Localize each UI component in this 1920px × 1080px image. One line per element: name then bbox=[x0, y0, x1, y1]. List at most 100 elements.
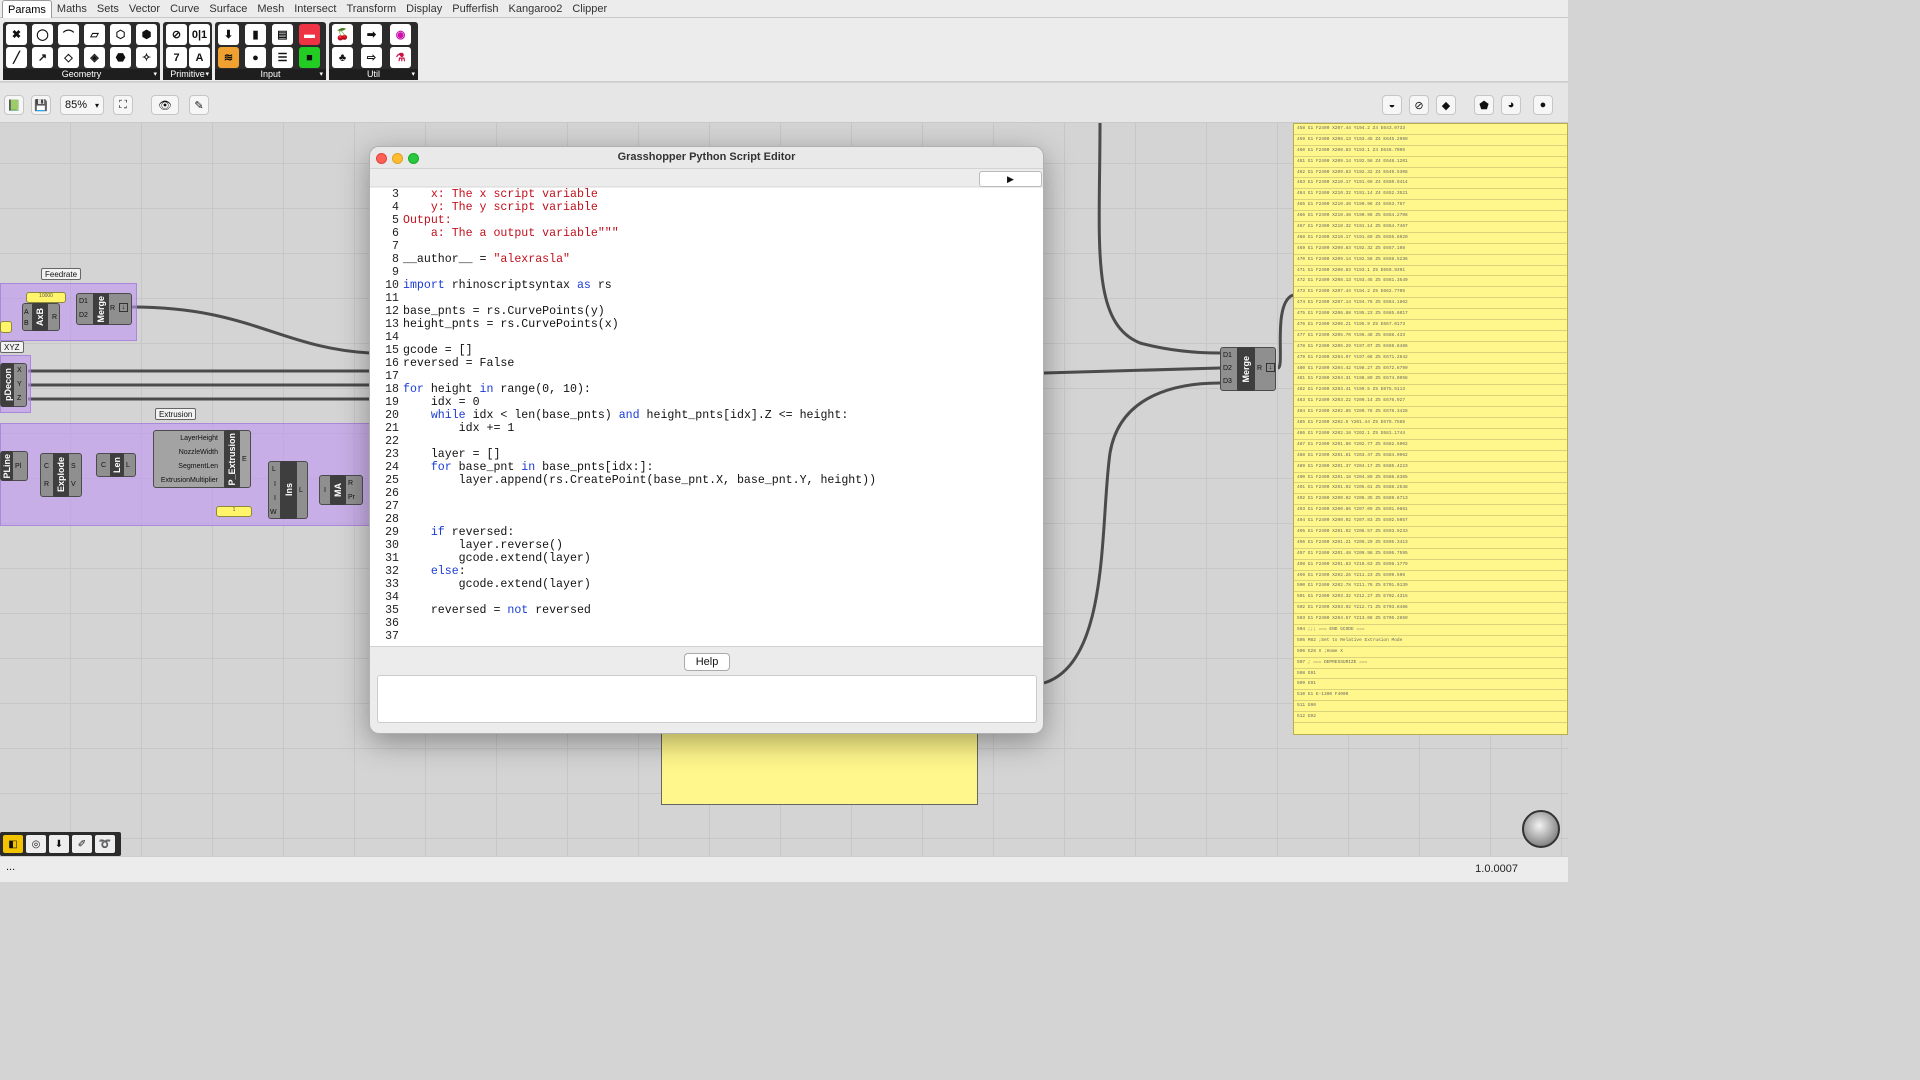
code-line[interactable]: 6 a: The a output variable""" bbox=[370, 227, 1043, 240]
note-panel[interactable] bbox=[661, 733, 978, 805]
input-nozzlewidth[interactable]: NozzleWidth bbox=[179, 449, 218, 457]
pen-icon[interactable]: ✐ bbox=[72, 835, 92, 853]
geometry-param-icon[interactable]: ✖ bbox=[6, 24, 27, 45]
output-v[interactable]: V bbox=[71, 481, 76, 489]
input-i2[interactable]: I bbox=[274, 495, 276, 503]
tab-pufferfish[interactable]: Pufferfish bbox=[447, 0, 503, 18]
code-line[interactable]: 22 bbox=[370, 435, 1043, 448]
tab-display[interactable]: Display bbox=[401, 0, 447, 18]
circle-param-icon[interactable]: ◯ bbox=[32, 24, 53, 45]
code-line[interactable]: 8 __author__ = "alexrasla" bbox=[370, 253, 1043, 266]
code-line[interactable]: 28 bbox=[370, 513, 1043, 526]
tab-sets[interactable]: Sets bbox=[92, 0, 124, 18]
zui-expand-icon[interactable]: ↓ bbox=[119, 303, 128, 312]
input-d1[interactable]: D1 bbox=[79, 298, 88, 306]
slider-panel[interactable]: 1 bbox=[216, 506, 252, 517]
panel-icon[interactable]: ▤ bbox=[272, 24, 293, 45]
code-line[interactable]: 27 bbox=[370, 500, 1043, 513]
group-label-extrusion[interactable]: Extrusion bbox=[155, 408, 197, 420]
button-icon[interactable]: ● bbox=[245, 47, 266, 68]
open-file-icon[interactable]: 📗 bbox=[4, 95, 24, 115]
zui-expand-icon[interactable]: ↓ bbox=[1266, 363, 1275, 372]
code-line[interactable]: 7 bbox=[370, 240, 1043, 253]
component-ma[interactable]: I MA R Pr bbox=[319, 475, 363, 505]
import-icon[interactable]: ⬇ bbox=[218, 24, 239, 45]
help-output-area[interactable] bbox=[377, 675, 1037, 723]
code-line[interactable]: 36 bbox=[370, 617, 1043, 630]
input-b[interactable]: B bbox=[24, 320, 29, 328]
code-line[interactable]: 24 for base_pnt in base_pnts[idx:]: bbox=[370, 461, 1043, 474]
code-line[interactable]: 32 else: bbox=[370, 565, 1043, 578]
code-line[interactable]: 12 base_pnts = rs.CurvePoints(y) bbox=[370, 305, 1043, 318]
input-d1[interactable]: D1 bbox=[1223, 352, 1232, 360]
code-line[interactable]: 23 layer = [] bbox=[370, 448, 1043, 461]
code-line[interactable]: 3 x: The x script variable bbox=[370, 188, 1043, 201]
component-ins[interactable]: L I I W Ins L bbox=[268, 461, 308, 519]
code-line[interactable]: 11 bbox=[370, 292, 1043, 305]
code-editor[interactable]: 3 x: The x script variable 4 y: The y scr… bbox=[370, 188, 1043, 646]
run-script-button[interactable]: ▶ bbox=[979, 171, 1042, 187]
input-w[interactable]: W bbox=[270, 509, 277, 517]
zoom-extents-icon[interactable]: ⛶ bbox=[113, 95, 133, 115]
code-line[interactable]: 20 while idx < len(base_pnts) and height… bbox=[370, 409, 1043, 422]
code-line[interactable]: 9 bbox=[370, 266, 1043, 279]
code-line[interactable]: 13 height_pnts = rs.CurvePoints(x) bbox=[370, 318, 1043, 331]
editor-titlebar[interactable]: Grasshopper Python Script Editor bbox=[370, 147, 1043, 169]
code-line[interactable]: 29 if reversed: bbox=[370, 526, 1043, 539]
component-merge-left[interactable]: D1 D2 Merge R ↓ bbox=[76, 293, 132, 325]
output-s[interactable]: S bbox=[71, 463, 76, 471]
group-label-xyz[interactable]: XYZ bbox=[0, 341, 24, 353]
output-pl[interactable]: Pl bbox=[15, 463, 21, 471]
input-d2[interactable]: D2 bbox=[1223, 365, 1232, 373]
tab-vector[interactable]: Vector bbox=[124, 0, 165, 18]
tab-kangaroo2[interactable]: Kangaroo2 bbox=[504, 0, 568, 18]
output-r[interactable]: R bbox=[110, 305, 115, 313]
code-line[interactable]: 5 Output: bbox=[370, 214, 1043, 227]
field-param-icon[interactable]: ✧ bbox=[136, 47, 157, 68]
bake-sphere-icon[interactable]: ● bbox=[1533, 95, 1553, 115]
tab-surface[interactable]: Surface bbox=[204, 0, 252, 18]
sphere-icon[interactable]: ◉ bbox=[390, 24, 411, 45]
code-line[interactable]: 17 bbox=[370, 370, 1043, 383]
output-r[interactable]: R bbox=[52, 314, 57, 322]
arrow-outline-icon[interactable]: ⇨ bbox=[361, 47, 382, 68]
tree-icon[interactable]: ♣ bbox=[332, 47, 353, 68]
output-e[interactable]: E bbox=[242, 456, 247, 464]
output-l[interactable]: L bbox=[126, 462, 130, 470]
output-r[interactable]: R bbox=[1257, 365, 1262, 373]
component-explode[interactable]: C R Explode S V bbox=[40, 453, 82, 497]
code-line[interactable]: 21 idx += 1 bbox=[370, 422, 1043, 435]
preview-eye-icon[interactable]: 👁 bbox=[151, 95, 179, 115]
panel-expand-icon[interactable]: ▾ bbox=[319, 69, 323, 80]
vector-param-icon[interactable]: ↗ bbox=[32, 47, 53, 68]
shaded-preview-icon[interactable]: ◕ bbox=[1501, 95, 1521, 115]
panel-expand-icon[interactable]: ▾ bbox=[153, 69, 157, 80]
output-x[interactable]: X bbox=[17, 367, 22, 375]
boolean-param-icon[interactable]: ⊘ bbox=[166, 24, 187, 45]
code-line[interactable]: 35 reversed = not reversed bbox=[370, 604, 1043, 617]
tab-curve[interactable]: Curve bbox=[165, 0, 204, 18]
code-line[interactable]: 4 y: The y script variable bbox=[370, 201, 1043, 214]
code-line[interactable]: 34 bbox=[370, 591, 1043, 604]
value-list-icon[interactable]: ☰ bbox=[272, 47, 293, 68]
input-i[interactable]: I bbox=[324, 487, 326, 495]
input-c[interactable]: C bbox=[44, 463, 49, 471]
code-line[interactable]: 33 gcode.extend(layer) bbox=[370, 578, 1043, 591]
code-line[interactable]: 10 import rhinoscriptsyntax as rs bbox=[370, 279, 1043, 292]
lasso-icon[interactable]: ➰ bbox=[95, 835, 115, 853]
box-param-icon[interactable]: ◈ bbox=[84, 47, 105, 68]
help-button[interactable]: Help bbox=[684, 653, 730, 671]
preview-mode-icon[interactable]: ◒ bbox=[1382, 95, 1402, 115]
output-r[interactable]: R bbox=[348, 480, 353, 488]
input-c[interactable]: C bbox=[101, 462, 106, 470]
component-axb[interactable]: A B AxB R bbox=[22, 303, 60, 331]
code-line[interactable]: 16 reversed = False bbox=[370, 357, 1043, 370]
tab-transform[interactable]: Transform bbox=[341, 0, 401, 18]
sketch-pen-icon[interactable]: ✎ bbox=[189, 95, 209, 115]
input-layerheight[interactable]: LayerHeight bbox=[180, 435, 218, 443]
panel-expand-icon[interactable]: ▾ bbox=[205, 69, 209, 80]
feedrate-input-panel[interactable] bbox=[0, 321, 12, 333]
input-segmentlen[interactable]: SegmentLen bbox=[178, 463, 218, 471]
input-a[interactable]: A bbox=[24, 309, 29, 317]
panel-expand-icon[interactable]: ▾ bbox=[411, 69, 415, 80]
